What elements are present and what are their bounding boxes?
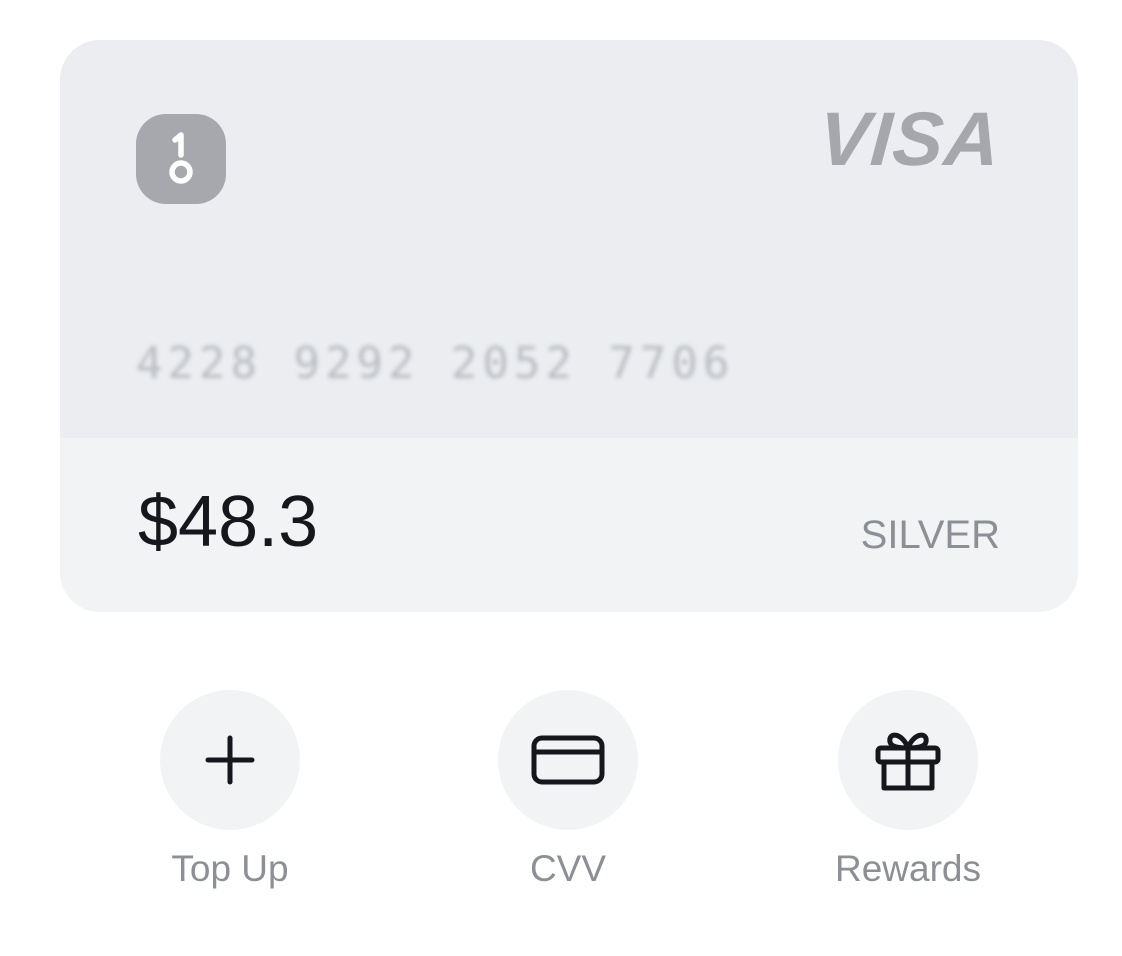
cvv-icon-circle[interactable] [498,690,638,830]
card-tier-badge: SILVER [860,513,1000,557]
gift-icon [875,732,941,791]
card-balance: $48.3 [138,482,319,562]
top-up-label: Top Up [171,848,289,889]
cvv-button[interactable]: CVV [448,690,688,910]
rewards-label: Rewards [835,848,981,889]
rewards-button[interactable]: Rewards [788,690,1028,910]
top-up-button[interactable]: Top Up [110,690,350,910]
top-up-icon-circle[interactable] [160,690,300,830]
card-network-logo: VISA [815,97,1004,182]
virtual-card[interactable]: VISA 4228 9292 2052 7706 $48.3 SILVER [60,40,1078,612]
one-key-icon [136,114,226,204]
rewards-icon-circle[interactable] [838,690,978,830]
cvv-label: CVV [529,848,607,889]
credit-card-icon [531,735,605,785]
plus-icon [205,735,255,785]
card-number: 4228 9292 2052 7706 [136,338,735,389]
